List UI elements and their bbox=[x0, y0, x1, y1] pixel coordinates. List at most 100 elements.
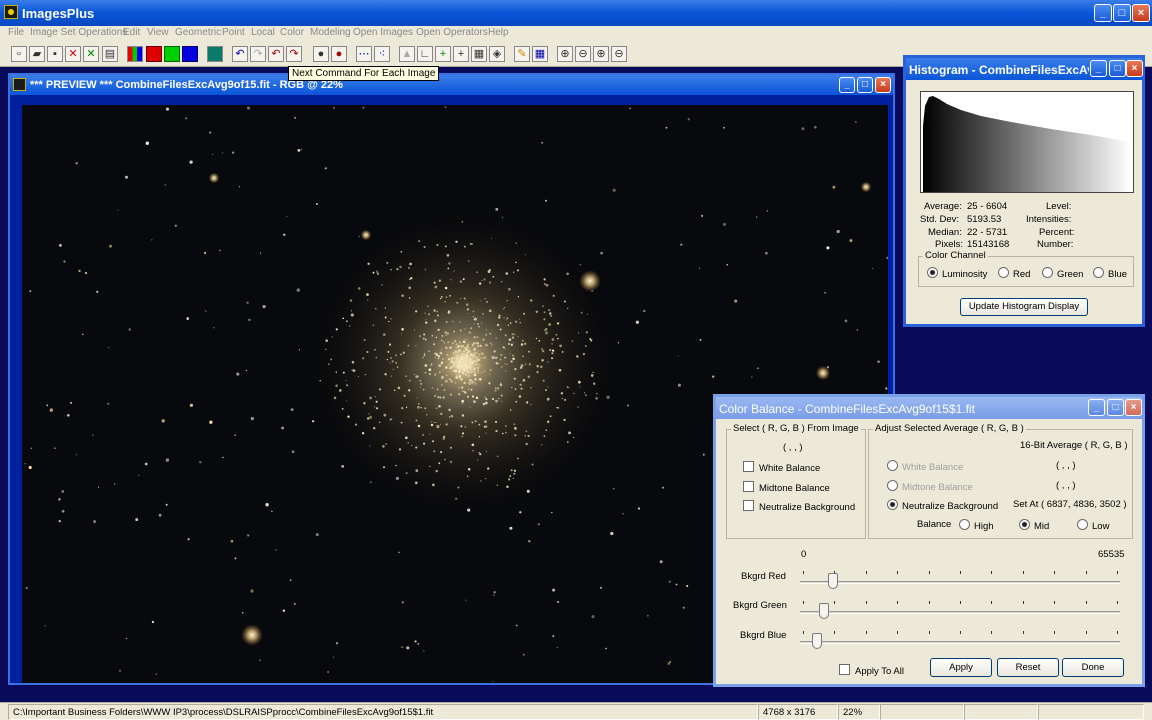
color-balance-title-bar[interactable]: Color Balance - CombineFilesExcAvg9of15$… bbox=[716, 397, 1142, 419]
close-button[interactable]: × bbox=[1132, 4, 1150, 22]
zoom-fit-icon[interactable]: ⊕ bbox=[593, 46, 609, 62]
done-button[interactable]: Done bbox=[1062, 658, 1124, 677]
adjust-white-balance-radio[interactable]: White Balance bbox=[887, 460, 963, 473]
next-command-icon[interactable]: ↷ bbox=[286, 46, 302, 62]
white-point-icon[interactable]: ● bbox=[331, 46, 347, 62]
zoom-out-icon[interactable]: ⊖ bbox=[575, 46, 591, 62]
update-histogram-button[interactable]: Update Histogram Display bbox=[960, 298, 1088, 316]
status-zoom: 22% bbox=[838, 704, 880, 720]
palette-icon[interactable]: ◈ bbox=[489, 46, 505, 62]
histogram-window[interactable]: Histogram - CombineFilesExcAvg... _ □ × … bbox=[903, 55, 1145, 327]
slider-tick bbox=[960, 631, 961, 634]
slider-tick bbox=[865, 571, 867, 574]
bkgrd-green-label: Bkgrd Green bbox=[733, 600, 787, 611]
slider-thumb-2[interactable] bbox=[812, 633, 823, 649]
close-image-icon[interactable]: ✕ bbox=[65, 46, 81, 62]
menu-image-set-operations[interactable]: Image Set Operations bbox=[30, 27, 127, 38]
bkgrd-red-label: Bkgrd Red bbox=[741, 571, 786, 582]
neutralize-background-checkbox[interactable]: Neutralize Background bbox=[743, 500, 855, 513]
balance-high-radio[interactable]: High bbox=[959, 519, 994, 532]
stddev-value: 5193.53 bbox=[967, 214, 1002, 225]
adjust-average-legend: Adjust Selected Average ( R, G, B ) bbox=[873, 423, 1026, 434]
slider-thumb-0[interactable] bbox=[828, 573, 839, 589]
zoom-actual-icon[interactable]: ⊖ bbox=[611, 46, 627, 62]
white-balance-checkbox[interactable]: White Balance bbox=[743, 461, 820, 474]
bkgrd-blue-label: Bkgrd Blue bbox=[740, 630, 787, 641]
luminosity-radio[interactable]: Luminosity bbox=[927, 267, 987, 280]
slider-thumb-1[interactable] bbox=[818, 603, 829, 619]
preview-title-bar[interactable]: *** PREVIEW *** CombineFilesExcAvg9of15.… bbox=[10, 75, 893, 95]
menu-color[interactable]: Color bbox=[280, 27, 304, 38]
slider-track-2[interactable] bbox=[800, 641, 1120, 644]
red-radio[interactable]: Red bbox=[998, 267, 1030, 280]
undo-icon[interactable]: ↶ bbox=[232, 46, 248, 62]
slider-tick bbox=[960, 571, 961, 574]
zoom-in-icon[interactable]: ⊕ bbox=[557, 46, 573, 62]
cb-maximize-button[interactable]: □ bbox=[1107, 399, 1124, 416]
histogram-plot[interactable] bbox=[920, 91, 1134, 193]
rgb-channel-icon[interactable] bbox=[127, 46, 143, 62]
pencil-icon[interactable]: ✎ bbox=[514, 46, 530, 62]
apply-to-all-checkbox[interactable]: Apply To All bbox=[839, 664, 904, 677]
histogram-minimize-button[interactable]: _ bbox=[1090, 60, 1107, 77]
cb-close-button[interactable]: × bbox=[1125, 399, 1142, 416]
preview-minimize-button[interactable]: _ bbox=[839, 77, 855, 93]
blue-channel-icon[interactable] bbox=[182, 46, 198, 62]
histogram-icon[interactable]: ▲ bbox=[399, 46, 415, 62]
cb-minimize-button[interactable]: _ bbox=[1088, 399, 1105, 416]
color-balance-title: Color Balance - CombineFilesExcAvg9of15$… bbox=[719, 402, 975, 416]
plus-icon[interactable]: + bbox=[435, 46, 451, 62]
menu-geometric[interactable]: Geometric bbox=[175, 27, 221, 38]
dots-icon[interactable]: ⋯ bbox=[356, 46, 372, 62]
balance-low-radio[interactable]: Low bbox=[1077, 519, 1109, 532]
menu-file[interactable]: File bbox=[8, 27, 24, 38]
preview-maximize-button[interactable]: □ bbox=[857, 77, 873, 93]
histogram-title-bar[interactable]: Histogram - CombineFilesExcAvg... _ □ × bbox=[906, 58, 1143, 80]
slider-track-1[interactable] bbox=[800, 611, 1120, 614]
redo-icon[interactable]: ↷ bbox=[250, 46, 266, 62]
close-all-icon[interactable]: ✕ bbox=[83, 46, 99, 62]
slider-tick bbox=[803, 631, 804, 634]
menu-point[interactable]: Point bbox=[222, 27, 245, 38]
scatter-icon[interactable]: ⁖ bbox=[374, 46, 390, 62]
undo-all-icon[interactable]: ↶ bbox=[268, 46, 284, 62]
histogram-maximize-button[interactable]: □ bbox=[1109, 60, 1126, 77]
midtone-balance-checkbox[interactable]: Midtone Balance bbox=[743, 481, 830, 494]
reset-button[interactable]: Reset bbox=[997, 658, 1059, 677]
menu-view[interactable]: View bbox=[147, 27, 169, 38]
menu-open-operators[interactable]: Open Operators bbox=[416, 27, 488, 38]
slider-tick bbox=[803, 601, 804, 604]
menu-edit[interactable]: Edit bbox=[123, 27, 140, 38]
grid-icon[interactable] bbox=[207, 46, 223, 62]
adjust-neutralize-background-radio[interactable]: Neutralize Background bbox=[887, 499, 998, 512]
slider-tick bbox=[1085, 631, 1087, 634]
histogram-close-button[interactable]: × bbox=[1126, 60, 1143, 77]
calculator-icon[interactable]: ▦ bbox=[471, 46, 487, 62]
slider-tick bbox=[834, 631, 836, 634]
menu-open-images[interactable]: Open Images bbox=[353, 27, 413, 38]
preview-close-button[interactable]: × bbox=[875, 77, 891, 93]
slider-track-0[interactable] bbox=[800, 581, 1120, 584]
apply-button[interactable]: Apply bbox=[930, 658, 992, 677]
table-icon[interactable]: ▦ bbox=[532, 46, 548, 62]
color-balance-window[interactable]: Color Balance - CombineFilesExcAvg9of15$… bbox=[713, 394, 1145, 687]
green-radio[interactable]: Green bbox=[1042, 267, 1083, 280]
adjust-midtone-balance-radio[interactable]: Midtone Balance bbox=[887, 480, 973, 493]
curve-icon[interactable]: ∟ bbox=[417, 46, 433, 62]
new-file-icon[interactable]: ▫ bbox=[11, 46, 27, 62]
blue-radio[interactable]: Blue bbox=[1093, 267, 1127, 280]
black-point-icon[interactable]: ● bbox=[313, 46, 329, 62]
balance-mid-radio[interactable]: Mid bbox=[1019, 519, 1049, 532]
crosshair-icon[interactable]: + bbox=[453, 46, 469, 62]
menu-help[interactable]: Help bbox=[488, 27, 509, 38]
red-channel-icon[interactable] bbox=[146, 46, 162, 62]
midtone-balance-average: ( , , ) bbox=[1056, 480, 1076, 491]
minimize-button[interactable]: _ bbox=[1094, 4, 1112, 22]
open-folder-icon[interactable]: ▰ bbox=[29, 46, 45, 62]
print-icon[interactable]: ▤ bbox=[102, 46, 118, 62]
menu-local[interactable]: Local bbox=[251, 27, 275, 38]
save-icon[interactable]: ▪ bbox=[47, 46, 63, 62]
menu-modeling[interactable]: Modeling bbox=[310, 27, 351, 38]
green-channel-icon[interactable] bbox=[164, 46, 180, 62]
maximize-button[interactable]: □ bbox=[1113, 4, 1131, 22]
